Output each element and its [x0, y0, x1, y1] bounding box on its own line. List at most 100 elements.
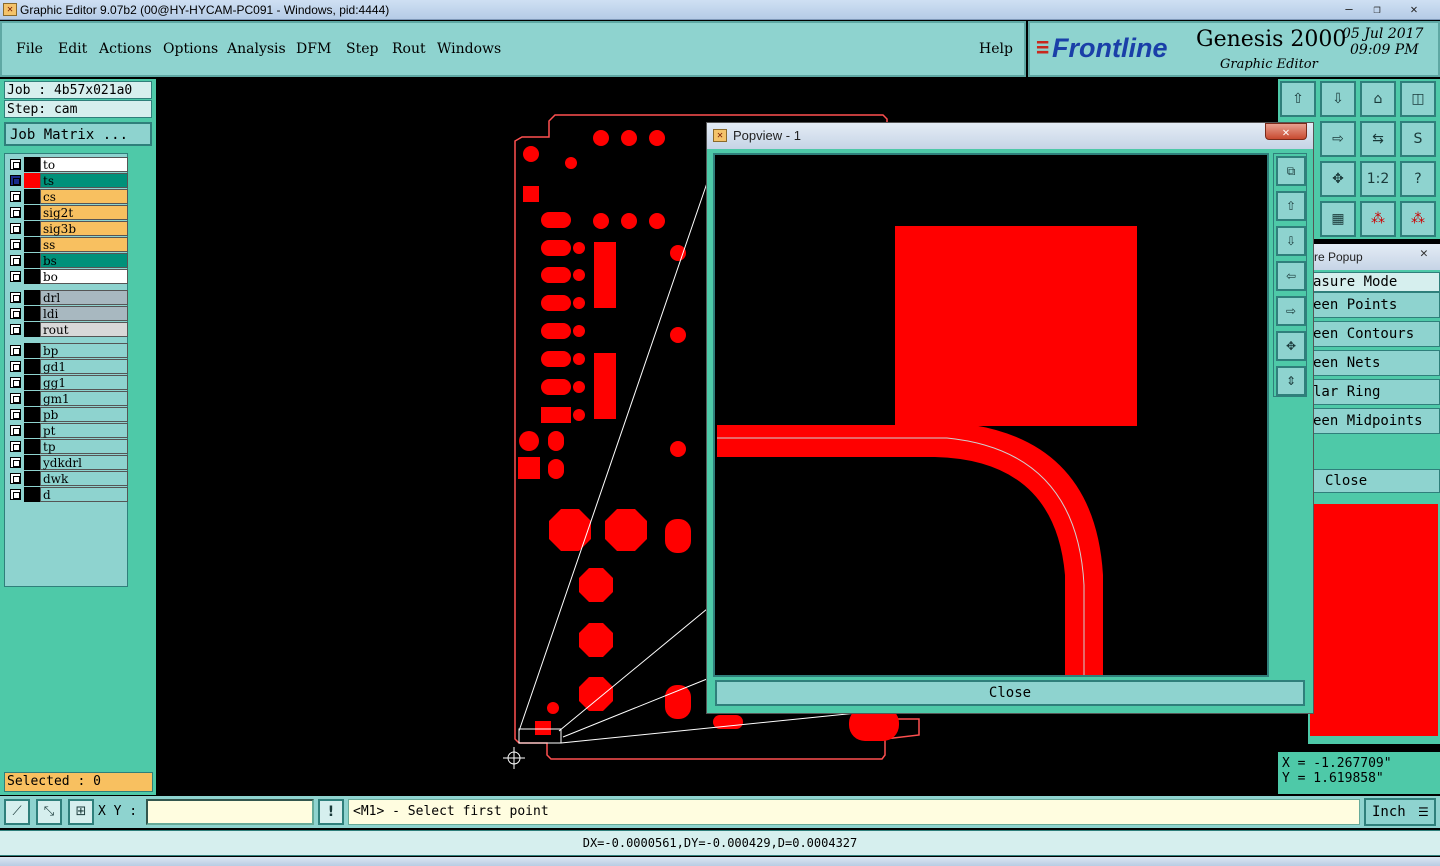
menu-analysis[interactable]: Analysis	[227, 41, 286, 57]
layer-row-bo[interactable]: bo	[6, 269, 128, 284]
layer-checkbox[interactable]	[10, 441, 21, 452]
close-icon[interactable]: ✕	[1394, 0, 1434, 18]
copy-view-icon[interactable]: ⧉	[1276, 156, 1306, 186]
zoom-fit-icon[interactable]: ✥	[1320, 161, 1356, 197]
component-icon[interactable]: ⁂	[1400, 201, 1436, 237]
layer-checkbox[interactable]	[10, 207, 21, 218]
layer-name: bo	[40, 269, 128, 284]
layer-checkbox[interactable]	[10, 489, 21, 500]
popview-close-button[interactable]: Close	[715, 680, 1305, 706]
layer-row-ldi[interactable]: ldi	[6, 306, 128, 321]
layer-row-tp[interactable]: tp	[6, 439, 128, 454]
layer-row-ydkdrl[interactable]: ydkdrl	[6, 455, 128, 470]
layer-row-ss[interactable]: ss	[6, 237, 128, 252]
layer-row-gm1[interactable]: gm1	[6, 391, 128, 406]
layer-checkbox[interactable]	[10, 175, 21, 186]
layer-checkbox[interactable]	[10, 345, 21, 356]
layer-checkbox[interactable]	[10, 361, 21, 372]
layer-checkbox[interactable]	[10, 191, 21, 202]
menu-file[interactable]: File	[16, 41, 43, 57]
menu-actions[interactable]: Actions	[99, 41, 152, 57]
layer-row-sig2t[interactable]: sig2t	[6, 205, 128, 220]
layer-row-to[interactable]: to	[6, 157, 128, 172]
menu-help[interactable]: Help	[979, 41, 1013, 57]
layer-row-gg1[interactable]: gg1	[6, 375, 128, 390]
layer-color-swatch	[24, 157, 40, 172]
measure-option-ring[interactable]: lar Ring	[1308, 379, 1440, 405]
layer-checkbox[interactable]	[10, 255, 21, 266]
layer-row-drl[interactable]: drl	[6, 290, 128, 305]
pan-down-icon[interactable]: ⇩	[1276, 226, 1306, 256]
layer-row-ts[interactable]: ts	[6, 173, 128, 188]
layer-row-sig3b[interactable]: sig3b	[6, 221, 128, 236]
layer-checkbox[interactable]	[10, 457, 21, 468]
layer-row-d[interactable]: d	[6, 487, 128, 502]
coord-x: X = -1.267709"	[1282, 756, 1392, 771]
menu-options[interactable]: Options	[163, 41, 218, 57]
layer-row-dwk[interactable]: dwk	[6, 471, 128, 486]
layer-checkbox[interactable]	[10, 308, 21, 319]
zoom-fit-icon[interactable]: ✥	[1276, 331, 1306, 361]
layer-row-pt[interactable]: pt	[6, 423, 128, 438]
maximize-icon[interactable]: ❐	[1364, 0, 1390, 18]
minimize-icon[interactable]: —	[1336, 0, 1362, 18]
measure-tool-icon[interactable]: ⟋	[4, 799, 30, 825]
layer-checkbox[interactable]	[10, 425, 21, 436]
pan-up-icon[interactable]: ⇧	[1280, 81, 1316, 117]
layer-checkbox[interactable]	[10, 409, 21, 420]
grid-icon[interactable]: ▦	[1320, 201, 1356, 237]
home-view-icon[interactable]: ⌂	[1360, 81, 1396, 117]
xy-input[interactable]	[146, 799, 314, 825]
layer-checkbox[interactable]	[10, 473, 21, 484]
measure-option-midpoints[interactable]: een Midpoints	[1308, 408, 1440, 434]
layer-checkbox[interactable]	[10, 377, 21, 388]
layer-checkbox[interactable]	[10, 324, 21, 335]
layer-row-bs[interactable]: bs	[6, 253, 128, 268]
alert-icon[interactable]: !	[318, 799, 344, 825]
popview-canvas[interactable]	[713, 153, 1269, 677]
layer-row-bp[interactable]: bp	[6, 343, 128, 358]
measure-close-button[interactable]: Close	[1308, 469, 1440, 493]
layer-name: gm1	[40, 391, 128, 406]
zoom-vertical-icon[interactable]: ⇕	[1276, 366, 1306, 396]
pan-right-icon[interactable]: ⇨	[1320, 121, 1356, 157]
units-selector[interactable]: Inch ☰	[1364, 798, 1436, 826]
layer-checkbox[interactable]	[10, 159, 21, 170]
layer-row-gd1[interactable]: gd1	[6, 359, 128, 374]
menu-dfm[interactable]: DFM	[296, 41, 331, 57]
grid-tool-icon[interactable]: ⊞	[68, 799, 94, 825]
pan-up-icon[interactable]: ⇧	[1276, 191, 1306, 221]
layer-checkbox[interactable]	[10, 223, 21, 234]
help-icon[interactable]: ?	[1400, 161, 1436, 197]
menu-windows[interactable]: Windows	[437, 41, 501, 57]
measure-option-contours[interactable]: een Contours	[1308, 321, 1440, 347]
pan-down-icon[interactable]: ⇩	[1320, 81, 1356, 117]
menu-edit[interactable]: Edit	[58, 41, 87, 57]
layer-row-rout[interactable]: rout	[6, 322, 128, 337]
measure-option-points[interactable]: een Points	[1308, 292, 1440, 318]
units-value: Inch	[1372, 804, 1406, 820]
layer-checkbox[interactable]	[10, 239, 21, 250]
snap-icon[interactable]: S	[1400, 121, 1436, 157]
popview-close-icon[interactable]: ✕	[1265, 123, 1307, 140]
measure-option-nets[interactable]: een Nets	[1308, 350, 1440, 376]
job-matrix-button[interactable]: Job Matrix ...	[4, 122, 152, 146]
measure-close-icon[interactable]: ✕	[1420, 246, 1428, 261]
prompt-message: <M1> - Select first point	[348, 799, 1360, 825]
zoom-ratio-button[interactable]: 1:2	[1360, 161, 1396, 197]
pan-right-icon[interactable]: ⇨	[1276, 296, 1306, 326]
layer-checkbox[interactable]	[10, 271, 21, 282]
pan-left-icon[interactable]: ⇦	[1276, 261, 1306, 291]
layer-row-cs[interactable]: cs	[6, 189, 128, 204]
menu-step[interactable]: Step	[346, 41, 378, 57]
snap-tool-icon[interactable]: ⤡	[36, 799, 62, 825]
window-split-icon[interactable]: ◫	[1400, 81, 1436, 117]
layer-color-swatch	[24, 439, 40, 454]
layer-name: ts	[40, 173, 128, 188]
layer-checkbox[interactable]	[10, 292, 21, 303]
net-highlight-icon[interactable]: ⁂	[1360, 201, 1396, 237]
menu-rout[interactable]: Rout	[392, 41, 426, 57]
layer-checkbox[interactable]	[10, 393, 21, 404]
layer-row-pb[interactable]: pb	[6, 407, 128, 422]
flip-icon[interactable]: ⇆	[1360, 121, 1396, 157]
